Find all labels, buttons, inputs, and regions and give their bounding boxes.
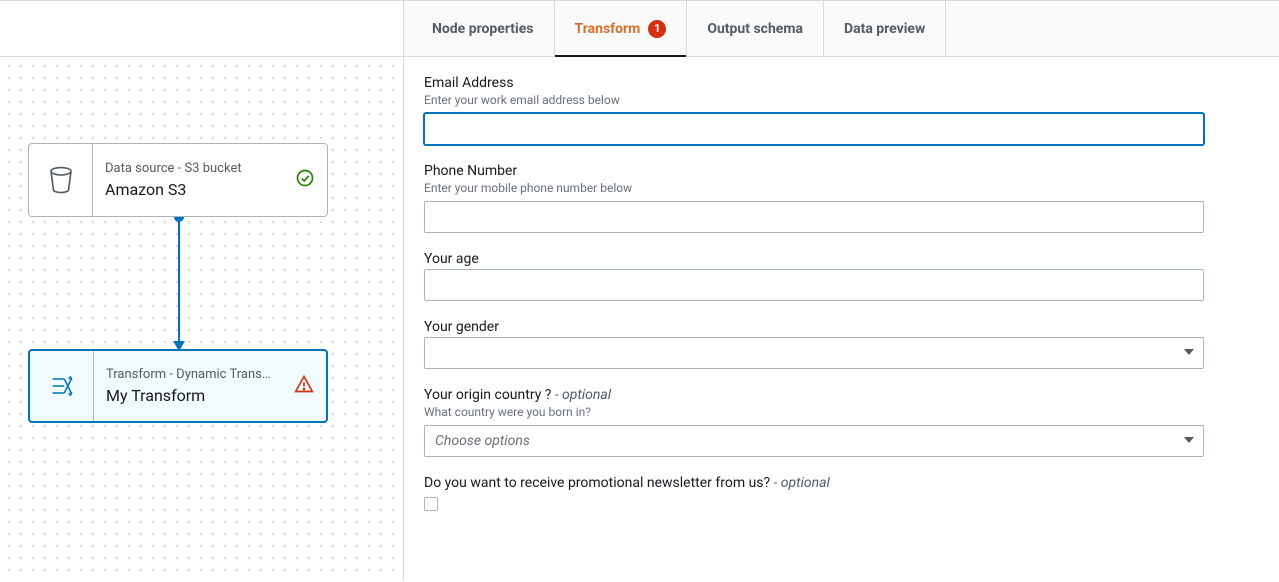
field-label: Email Address: [424, 75, 1259, 91]
node-body: Data source - S3 bucket Amazon S3: [93, 144, 327, 216]
warning-triangle-icon: [294, 374, 314, 398]
phone-input[interactable]: [424, 201, 1204, 233]
gender-select[interactable]: [424, 337, 1204, 369]
age-input[interactable]: [424, 269, 1204, 301]
field-label: Phone Number: [424, 163, 1259, 179]
select-placeholder: Choose options: [435, 433, 530, 449]
edge-s3-to-transform: [178, 217, 180, 349]
canvas-header-blank: [0, 1, 403, 57]
node-body: Transform - Dynamic Trans… My Transform: [94, 351, 326, 421]
optional-suffix: - optional: [770, 475, 830, 491]
details-panel: Node properties Transform 1 Output schem…: [404, 1, 1279, 581]
field-hint: Enter your mobile phone number below: [424, 181, 1259, 195]
layout: Data source - S3 bucket Amazon S3: [0, 1, 1279, 581]
email-input[interactable]: [424, 113, 1204, 145]
field-newsletter: Do you want to receive promotional newsl…: [424, 475, 1259, 511]
field-label: Your origin country ? - optional: [424, 387, 1259, 403]
field-label: Your age: [424, 251, 1259, 267]
tab-label: Output schema: [707, 21, 803, 37]
tab-bar: Node properties Transform 1 Output schem…: [404, 1, 1279, 57]
tab-output-schema[interactable]: Output schema: [687, 1, 824, 56]
transform-icon: [30, 351, 94, 421]
tab-node-properties[interactable]: Node properties: [412, 1, 555, 56]
field-email: Email Address Enter your work email addr…: [424, 75, 1259, 145]
check-circle-icon: [295, 168, 315, 192]
field-age: Your age: [424, 251, 1259, 301]
country-select[interactable]: Choose options: [424, 425, 1204, 457]
field-country: Your origin country ? - optional What co…: [424, 387, 1259, 457]
node-type-label: Transform - Dynamic Trans…: [106, 367, 314, 382]
chevron-down-icon: [1184, 345, 1194, 361]
transform-form: Email Address Enter your work email addr…: [404, 57, 1279, 547]
node-type-label: Data source - S3 bucket: [105, 161, 315, 176]
bucket-icon: [29, 144, 93, 216]
graph-canvas[interactable]: Data source - S3 bucket Amazon S3: [0, 1, 404, 581]
label-text: Do you want to receive promotional newsl…: [424, 475, 770, 491]
node-name-label: My Transform: [106, 386, 314, 405]
node-amazon-s3[interactable]: Data source - S3 bucket Amazon S3: [28, 143, 328, 217]
tab-label: Node properties: [432, 21, 534, 37]
tab-badge: 1: [648, 20, 666, 38]
field-gender: Your gender: [424, 319, 1259, 369]
tab-label: Data preview: [844, 21, 925, 37]
chevron-down-icon: [1184, 433, 1194, 449]
field-hint: What country were you born in?: [424, 405, 1259, 419]
tab-label: Transform: [575, 21, 641, 37]
node-my-transform[interactable]: Transform - Dynamic Trans… My Transform: [28, 349, 328, 423]
tab-transform[interactable]: Transform 1: [555, 1, 688, 56]
canvas-grid: Data source - S3 bucket Amazon S3: [0, 57, 403, 581]
field-label: Do you want to receive promotional newsl…: [424, 475, 1259, 491]
label-text: Your origin country ?: [424, 387, 551, 403]
select-display: [424, 337, 1204, 369]
newsletter-checkbox[interactable]: [424, 497, 438, 511]
field-phone: Phone Number Enter your mobile phone num…: [424, 163, 1259, 233]
tab-data-preview[interactable]: Data preview: [824, 1, 946, 56]
optional-suffix: - optional: [551, 387, 611, 403]
select-display: Choose options: [424, 425, 1204, 457]
field-label: Your gender: [424, 319, 1259, 335]
field-hint: Enter your work email address below: [424, 93, 1259, 107]
node-name-label: Amazon S3: [105, 180, 315, 199]
